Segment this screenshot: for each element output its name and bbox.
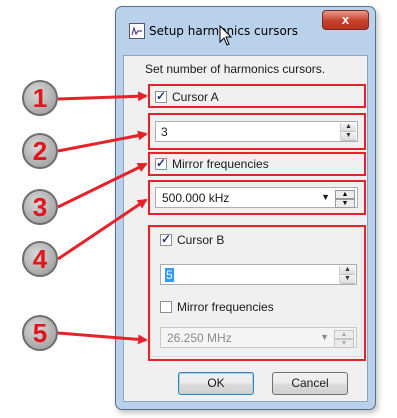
annotation-badge-1: 1 bbox=[22, 80, 58, 116]
annotation-badge-2: 2 bbox=[22, 133, 58, 169]
annotation-badge-4: 4 bbox=[22, 241, 58, 277]
annotation-badge-3: 3 bbox=[22, 189, 58, 225]
annotation-badge-5: 5 bbox=[22, 315, 58, 351]
annotation-arrows bbox=[57, 91, 148, 345]
